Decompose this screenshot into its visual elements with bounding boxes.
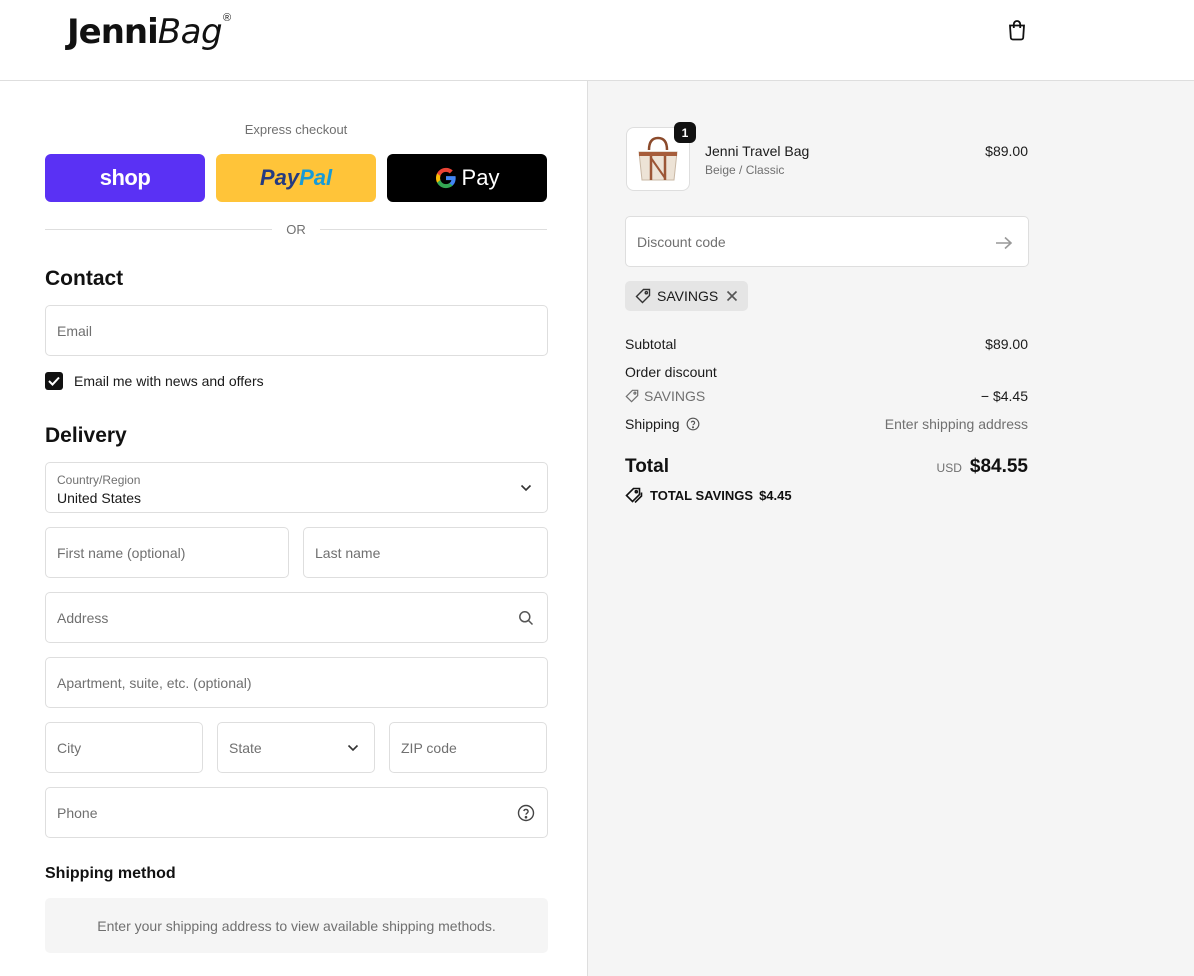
shop-pay-label: shop xyxy=(99,165,151,190)
total-savings-label: TOTAL SAVINGS xyxy=(650,487,754,503)
contact-heading: Contact xyxy=(45,267,124,290)
newsletter-label: Email me with news and offers xyxy=(74,373,264,389)
help-circle-icon[interactable] xyxy=(517,804,535,822)
google-pay-label: Pay xyxy=(461,165,500,190)
quantity-badge: 1 xyxy=(674,122,696,143)
shipping-method-info: Enter your shipping address to view avai… xyxy=(45,898,548,953)
shipping-label: Shipping xyxy=(625,416,680,432)
delivery-heading: Delivery xyxy=(45,424,127,447)
shopping-bag-icon xyxy=(1009,20,1025,41)
country-value: United States xyxy=(57,490,142,506)
apartment-input[interactable] xyxy=(46,658,547,707)
total-savings-value: $4.45 xyxy=(759,487,792,503)
arrow-right-icon[interactable] xyxy=(994,233,1014,253)
shipping-method-heading: Shipping method xyxy=(45,865,176,882)
total-savings: TOTAL SAVINGS $4.45 xyxy=(625,487,792,503)
discount-amount: − $4.45 xyxy=(980,388,1028,404)
logo-italic-text: Bag xyxy=(157,12,223,52)
address-field[interactable] xyxy=(45,592,548,643)
checkmark-icon xyxy=(48,376,60,386)
last-name-field[interactable] xyxy=(303,527,548,578)
newsletter-checkbox[interactable] xyxy=(45,372,63,390)
tag-double-icon xyxy=(625,487,643,503)
logo-bold-text: Jenni xyxy=(67,12,159,52)
email-field[interactable] xyxy=(45,305,548,356)
applied-discount-code: SAVINGS xyxy=(657,288,719,304)
jennibag-logo[interactable]: Jenni Bag ® xyxy=(67,10,231,54)
discount-code-field[interactable] xyxy=(625,216,1029,267)
order-discount-label: Order discount xyxy=(625,364,717,380)
shipping-row: Shipping xyxy=(625,416,700,432)
total-amount: USD $84.55 xyxy=(800,456,1028,478)
city-input[interactable] xyxy=(46,723,202,772)
address-input[interactable] xyxy=(46,593,547,642)
apartment-field[interactable] xyxy=(45,657,548,708)
discount-code-input[interactable] xyxy=(626,217,1028,266)
zip-input[interactable] xyxy=(390,723,546,772)
city-field[interactable] xyxy=(45,722,203,773)
subtotal-label: Subtotal xyxy=(625,336,677,352)
discount-code-name: SAVINGS xyxy=(644,388,706,404)
last-name-input[interactable] xyxy=(304,528,547,577)
order-discount-code: SAVINGS xyxy=(625,388,705,404)
state-placeholder: State xyxy=(229,740,262,756)
total-value: $84.55 xyxy=(969,456,1028,477)
express-checkout-title: Express checkout xyxy=(244,122,348,137)
paypal-label-part1: Pay xyxy=(259,165,300,190)
google-g-icon xyxy=(435,167,456,189)
cart-button[interactable] xyxy=(1003,16,1031,44)
state-select[interactable]: State xyxy=(217,722,375,773)
phone-field[interactable] xyxy=(45,787,548,838)
applied-discount-chip: SAVINGS xyxy=(625,281,749,311)
first-name-field[interactable] xyxy=(45,527,289,578)
paypal-button[interactable]: Pay Pal xyxy=(216,154,376,202)
tag-icon xyxy=(625,389,639,403)
search-icon xyxy=(517,609,535,627)
paypal-label-part2: Pal xyxy=(299,165,333,190)
help-circle-icon[interactable] xyxy=(686,417,700,431)
chevron-down-icon xyxy=(517,479,535,497)
total-label: Total xyxy=(625,456,669,477)
country-label: Country/Region xyxy=(57,473,141,487)
tag-icon xyxy=(635,288,651,304)
country-select[interactable]: Country/Region United States xyxy=(45,462,548,513)
zip-field[interactable] xyxy=(389,722,547,773)
newsletter-option[interactable]: Email me with news and offers xyxy=(45,371,264,391)
first-name-input[interactable] xyxy=(46,528,288,577)
site-header: Jenni Bag ® xyxy=(0,0,1194,81)
shipping-value: Enter shipping address xyxy=(884,416,1028,432)
phone-input[interactable] xyxy=(46,788,547,837)
google-pay-button[interactable]: Pay xyxy=(387,154,547,202)
product-name: Jenni Travel Bag xyxy=(705,143,810,159)
product-variant: Beige / Classic xyxy=(705,163,785,177)
close-icon[interactable] xyxy=(726,290,738,302)
email-input[interactable] xyxy=(46,306,547,355)
divider-line-right xyxy=(320,229,547,230)
chevron-down-icon xyxy=(344,739,362,757)
logo-registered-mark: ® xyxy=(223,12,232,24)
currency-code: USD xyxy=(936,461,962,475)
subtotal-value: $89.00 xyxy=(985,336,1028,352)
shop-pay-button[interactable]: shop xyxy=(45,154,205,202)
or-divider: OR xyxy=(45,222,547,238)
product-price: $89.00 xyxy=(985,143,1028,159)
